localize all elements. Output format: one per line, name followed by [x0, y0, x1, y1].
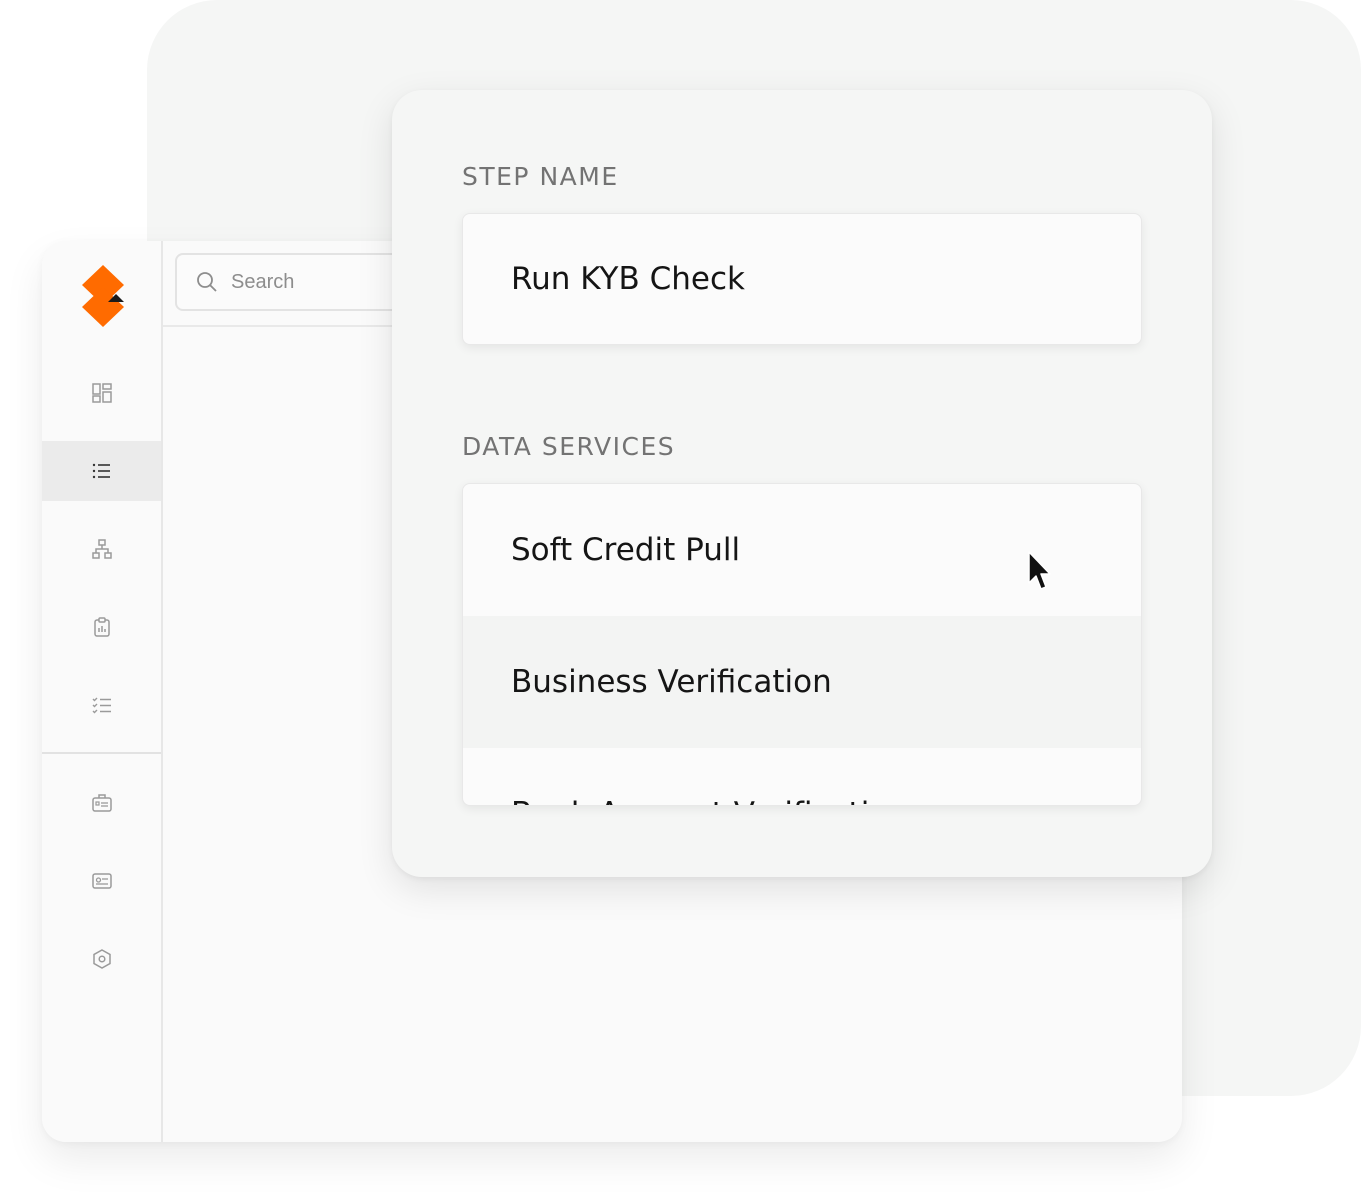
stage: STEP NAME Run KYB Check DATA SERVICES So… — [0, 0, 1361, 1198]
service-option-label: Bank Account Verification — [511, 796, 908, 805]
nav-settings[interactable] — [42, 929, 161, 989]
dashboard-icon — [91, 383, 112, 403]
mouse-cursor-icon — [1028, 551, 1051, 590]
nav-hierarchy[interactable] — [42, 519, 161, 579]
data-services-dropdown[interactable]: Soft Credit Pull Business Verification B… — [462, 483, 1142, 806]
briefcase-icon — [91, 794, 112, 812]
step-name-label: STEP NAME — [462, 162, 619, 191]
id-card-icon — [91, 873, 112, 889]
nav-checklist[interactable] — [42, 675, 161, 735]
brand-logo[interactable] — [80, 265, 126, 327]
clipboard-chart-icon — [93, 617, 110, 637]
step-name-value: Run KYB Check — [511, 261, 745, 297]
search-icon — [197, 272, 217, 292]
service-option-label: Soft Credit Pull — [511, 532, 741, 568]
sidebar-divider — [42, 752, 161, 754]
nav-reports[interactable] — [42, 597, 161, 657]
service-option[interactable]: Business Verification — [463, 616, 1141, 748]
nav-dashboard[interactable] — [42, 363, 161, 423]
data-services-label: DATA SERVICES — [462, 432, 676, 461]
checklist-icon — [92, 697, 111, 714]
service-option[interactable]: Soft Credit Pull — [463, 484, 1141, 616]
nav-list[interactable] — [42, 441, 161, 501]
settings-hex-icon — [92, 949, 111, 969]
nav-identities[interactable] — [42, 851, 161, 911]
hierarchy-icon — [91, 539, 112, 559]
step-name-field[interactable]: Run KYB Check — [462, 213, 1142, 345]
service-option-label: Business Verification — [511, 664, 832, 700]
list-icon — [92, 463, 110, 479]
step-config-panel: STEP NAME Run KYB Check DATA SERVICES So… — [392, 90, 1212, 877]
sidebar — [42, 241, 163, 1142]
service-option[interactable]: Bank Account Verification — [463, 748, 1141, 805]
nav-businesses[interactable] — [42, 773, 161, 833]
